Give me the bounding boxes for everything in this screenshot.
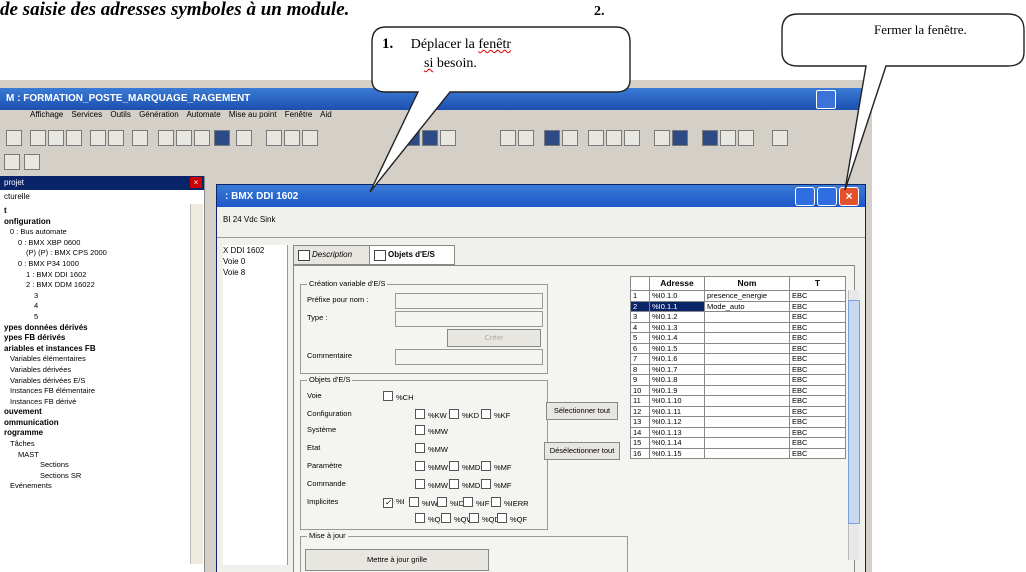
callout-move-line2: si besoin.	[424, 56, 477, 72]
callout-move-line1: 1. Déplacer la fenêtr	[382, 36, 511, 53]
callout-shapes	[369, 13, 1025, 193]
callout-close-number: 2.	[594, 4, 605, 19]
callout-close-text: Fermer la fenêtre.	[874, 22, 967, 37]
callout-move-text-c: si	[424, 56, 434, 71]
callout-move-text-a: Déplacer la	[410, 37, 479, 52]
callout-close-window	[781, 13, 1025, 191]
callout-move-text-b: fenêtr	[478, 37, 512, 52]
callout-move-text-d: besoin.	[433, 56, 477, 71]
callout-move-number: 1.	[382, 36, 394, 52]
